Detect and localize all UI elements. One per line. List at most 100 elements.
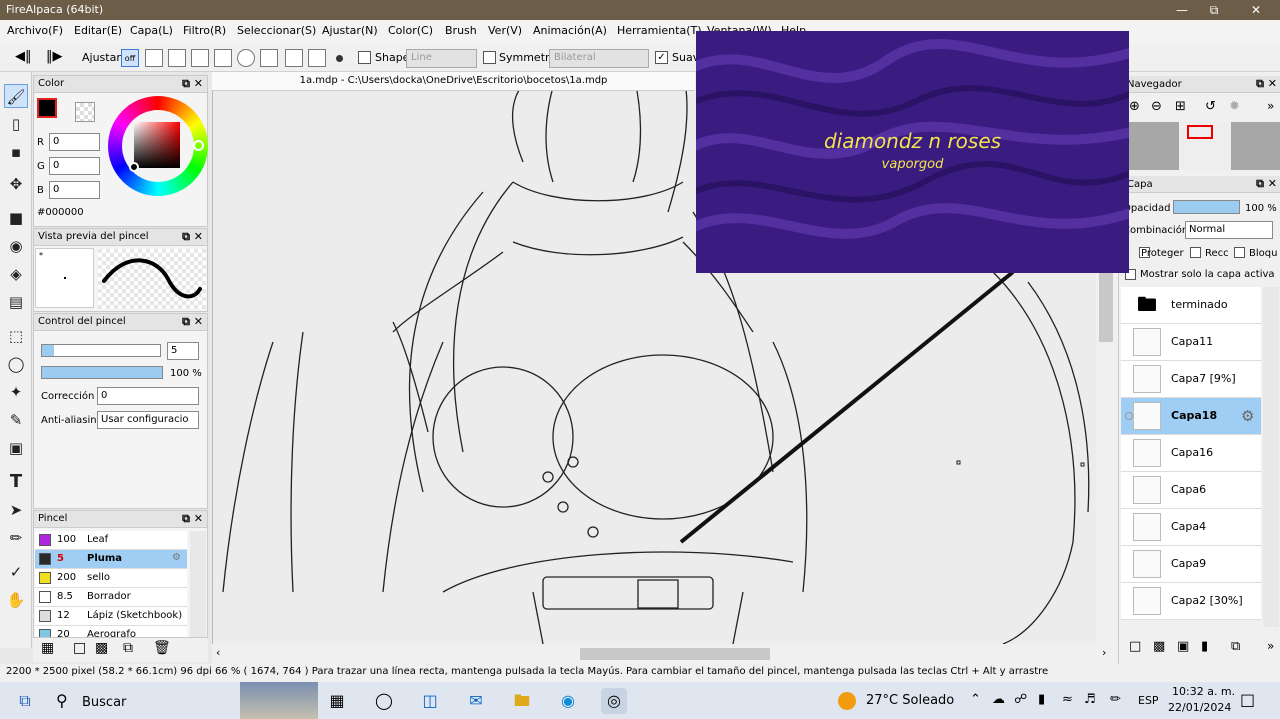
panel-close-icon[interactable]: ⧉ ✕ [182, 77, 203, 91]
menu-ver[interactable]: Ver(V) [488, 24, 522, 37]
menu-herramienta[interactable]: Herramienta(T) [617, 24, 702, 37]
smoothing-checkbox[interactable]: ✓ [655, 51, 668, 64]
panel-close-icon[interactable]: ⧉ ✕ [1256, 177, 1277, 191]
bucket-tool-icon[interactable]: ◉ [4, 234, 28, 258]
language-indicator[interactable]: ESP [1138, 694, 1159, 707]
snap-cross-icon[interactable] [168, 49, 186, 67]
layer-row[interactable]: Capa9 [1121, 546, 1261, 583]
brush-item[interactable]: 20 Aerografo [35, 626, 187, 637]
panel-close-icon[interactable]: ⧉ ✕ [182, 230, 203, 244]
mail-icon[interactable]: ✉ [463, 688, 489, 714]
edge-icon[interactable]: ◉ [555, 688, 581, 714]
lasso-tool-icon[interactable]: ◯ [4, 352, 28, 376]
brush-item[interactable]: 100 Leaf [35, 531, 187, 550]
eraser-tool-icon[interactable]: ▯ [4, 112, 28, 136]
brush-duplicate-icon[interactable]: ⧉ [123, 640, 133, 656]
layer-settings-icon[interactable]: ⚙ [1241, 407, 1254, 425]
document-tab[interactable]: 1a.mdp - C:\Users\docka\OneDrive\Escrito… [212, 72, 695, 91]
panel-close-icon[interactable]: ⧉ ✕ [1256, 77, 1277, 91]
brush-size-slider[interactable] [41, 344, 161, 357]
zoom-fit-icon[interactable]: ⊞ [1175, 99, 1186, 114]
b-field[interactable]: 0 [49, 181, 100, 199]
firealpaca-icon[interactable]: ◎ [601, 688, 627, 714]
new-1bit-layer-icon[interactable]: ▣ [1177, 639, 1189, 654]
select-rect-tool-icon[interactable]: ⬚ [4, 324, 28, 348]
clock-date[interactable]: 22/01/2024 [1168, 701, 1231, 714]
magic-wand-tool-icon[interactable]: ✦ [4, 380, 28, 404]
symmetry-checkbox[interactable] [483, 51, 496, 64]
eyedropper-tool-icon[interactable]: ✓ [4, 560, 28, 584]
layer-row-folder[interactable]: 🖿 terminado [1121, 287, 1261, 324]
correction-select[interactable]: 0 [97, 387, 199, 405]
task-view-icon[interactable]: ▦ [324, 688, 350, 714]
layer-opacity-slider[interactable] [1173, 200, 1240, 214]
canvas-horizontal-scrollbar[interactable]: ‹ › [212, 644, 1118, 664]
shape-select[interactable]: Line [406, 49, 477, 68]
new-folder-icon[interactable]: ▮ [1201, 639, 1208, 654]
lock-checkbox[interactable] [1234, 247, 1245, 258]
select-pen-tool-icon[interactable]: ✎ [4, 408, 28, 432]
blend-mode-select[interactable]: Normal [1185, 221, 1273, 239]
zoom-out-icon[interactable]: ⊖ [1151, 99, 1162, 114]
battery-icon[interactable]: ▮ [1038, 692, 1045, 707]
scroll-left-icon[interactable]: ‹ [216, 646, 220, 659]
layer-row[interactable]: Capa11 [1121, 324, 1261, 361]
clock-time[interactable]: 10:32 a. m. [1172, 685, 1235, 698]
menu-ajustar[interactable]: Ajustar(N) [322, 24, 378, 37]
snap-parallel-icon[interactable] [145, 49, 163, 67]
snap-radial-icon[interactable] [285, 49, 303, 67]
rec-checkbox[interactable] [1190, 247, 1201, 258]
brush-folder-icon[interactable]: ▩ [95, 640, 108, 656]
windows-start-icon[interactable]: ⧉ [12, 688, 38, 714]
menu-color[interactable]: Color(C) [388, 24, 433, 37]
tray-cloud-icon[interactable]: ☁ [992, 692, 1005, 707]
layer-row[interactable]: Capa4 [1121, 509, 1261, 546]
layer-row[interactable]: Capa7 [9%] [1121, 361, 1261, 398]
divide-tool-icon[interactable]: ✏ [4, 526, 28, 550]
close-button[interactable]: ✕ [1236, 0, 1276, 20]
menu-editar[interactable]: Editar(E) [74, 24, 122, 37]
saturation-square[interactable] [134, 122, 180, 168]
more-layer-icon[interactable]: » [1267, 639, 1274, 653]
transparent-color-swatch[interactable] [75, 102, 95, 122]
brush-list-scrollbar[interactable] [190, 531, 206, 637]
operation-tool-icon[interactable]: ➤ [4, 498, 28, 522]
reset-rotate-icon[interactable]: ✹ [1229, 99, 1240, 114]
move-tool-icon[interactable]: ✥ [4, 172, 28, 196]
more-icon[interactable]: » [1267, 99, 1274, 113]
hue-marker[interactable] [193, 140, 204, 151]
antialias-select[interactable]: Usar configuracio [97, 411, 199, 429]
shape-checkbox[interactable] [358, 51, 371, 64]
foreground-color-swatch[interactable] [37, 98, 57, 118]
panel-close-icon[interactable]: ⧉ ✕ [182, 315, 203, 329]
maximize-button[interactable]: ⧉ [1194, 0, 1234, 20]
snap-off-button[interactable]: off [121, 49, 139, 67]
layer-row[interactable]: Capa16 [1121, 435, 1261, 472]
hand-tool-icon[interactable]: ✋ [4, 588, 28, 612]
pen-icon[interactable]: ✏ [1110, 692, 1121, 707]
menu-animacion[interactable]: Animación(A) [533, 24, 607, 37]
brush-new-icon[interactable]: □ [73, 640, 86, 656]
new-8bit-layer-icon[interactable]: ▩ [1153, 639, 1165, 654]
app-icon[interactable]: ◯ [371, 688, 397, 714]
r-field[interactable]: 0 [49, 133, 100, 151]
search-box[interactable]: ⚲ Buscar [48, 686, 238, 716]
store-icon[interactable]: ◫ [417, 688, 443, 714]
scroll-right-icon[interactable]: › [1102, 646, 1106, 659]
scroll-thumb[interactable] [580, 648, 770, 660]
media-popup[interactable]: diamondz n roses vaporgod [696, 31, 1129, 273]
rotate-icon[interactable]: ↺ [1205, 99, 1216, 114]
layer-list-scrollbar[interactable] [1263, 287, 1279, 627]
file-explorer-icon[interactable]: 🖿 [509, 688, 535, 714]
menu-capa[interactable]: Capa(L) [130, 24, 173, 37]
snap-curve-icon[interactable] [260, 49, 278, 67]
menu-filtro[interactable]: Filtro(R) [183, 24, 226, 37]
brush-item-selected[interactable]: 5 Pluma ⚙ [35, 550, 187, 569]
text-tool-icon[interactable]: T [4, 470, 28, 494]
fill-rect-tool-icon[interactable]: ■ [4, 206, 28, 230]
brush-tool-icon[interactable]: 🖌 [4, 84, 28, 108]
layer-row[interactable]: Capa2 [30%] [1121, 583, 1261, 620]
brush-settings-icon[interactable]: ⚙ [172, 552, 181, 563]
snap-grid-icon[interactable] [191, 49, 209, 67]
brush-size-field[interactable]: 5 [167, 342, 199, 360]
